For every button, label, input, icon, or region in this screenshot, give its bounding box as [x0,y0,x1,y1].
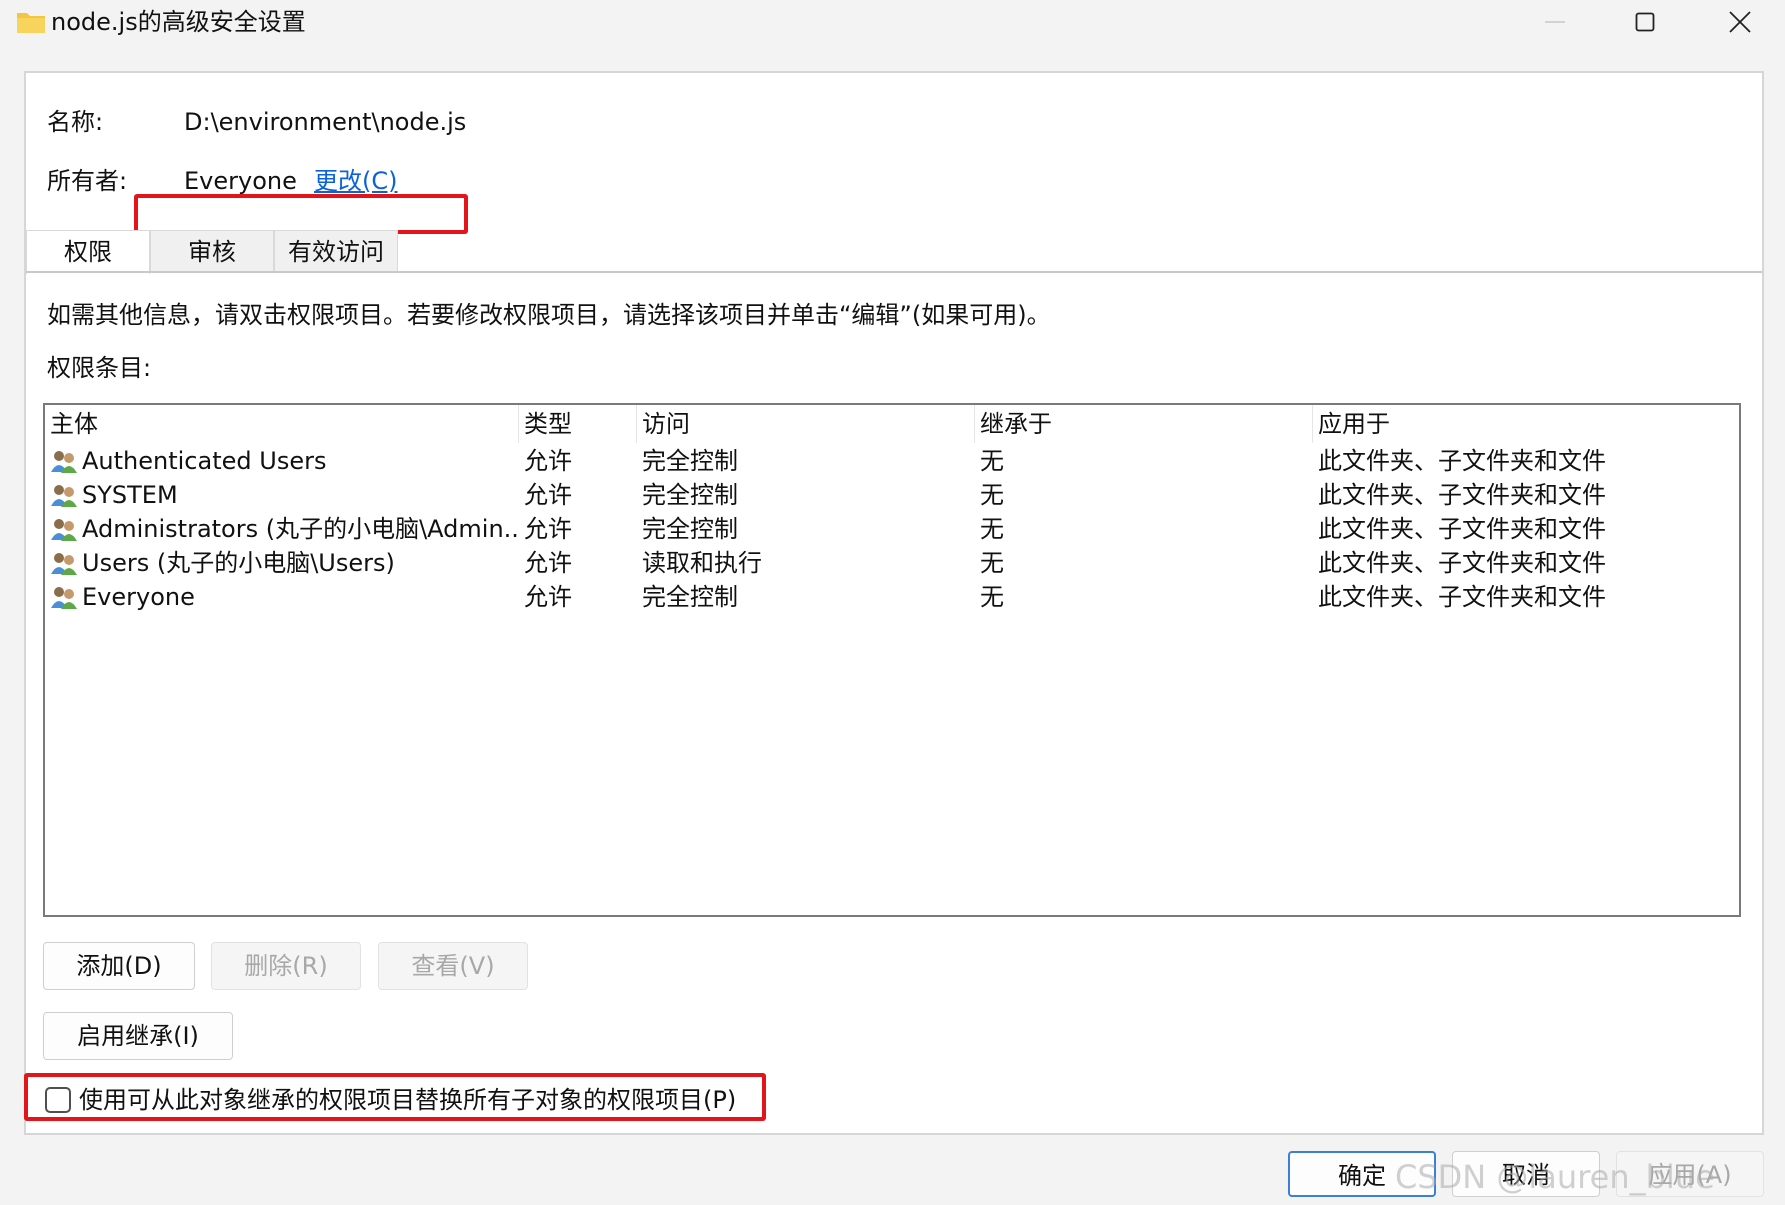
folder-icon [17,13,45,33]
principal-cell: Everyone [82,583,195,611]
change-owner-link[interactable]: 更改(C) [314,166,397,196]
tab-effective-access[interactable]: 有效访问 [274,230,398,272]
name-label: 名称: [47,108,104,136]
inherited-cell: 无 [980,549,1004,577]
column-header-applies-to[interactable]: 应用于 [1313,405,1733,443]
table-row[interactable]: Users (丸子的小电脑\Users) 允许 读取和执行 无 此文件夹、子文件… [45,546,1739,580]
access-cell: 完全控制 [642,583,738,611]
applies-cell: 此文件夹、子文件夹和文件 [1318,515,1606,543]
instructions-text: 如需其他信息，请双击权限项目。若要修改权限项目，请选择该项目并单击“编辑”(如果… [47,301,1051,329]
settings-panel: 名称: D:\environment\node.js 所有者: Everyone… [24,71,1764,1135]
permission-entries-label: 权限条目: [47,354,152,382]
remove-button[interactable]: 删除(R) [211,942,361,990]
access-cell: 读取和执行 [642,549,762,577]
close-button[interactable] [1695,0,1785,44]
highlight-box-checkbox [24,1073,766,1121]
users-icon [51,587,77,609]
column-header-type[interactable]: 类型 [519,405,637,443]
access-cell: 完全控制 [642,481,738,509]
column-header-inherited-from[interactable]: 继承于 [975,405,1313,443]
principal-cell: Users (丸子的小电脑\Users) [82,549,395,577]
view-button[interactable]: 查看(V) [378,942,528,990]
close-icon [1729,11,1751,33]
applies-cell: 此文件夹、子文件夹和文件 [1318,549,1606,577]
apply-button[interactable]: 应用(A) [1616,1151,1764,1197]
type-cell: 允许 [524,481,572,509]
column-header-principal[interactable]: 主体 [45,405,519,443]
minimize-icon [1545,21,1565,23]
column-header-access[interactable]: 访问 [637,405,975,443]
inherited-cell: 无 [980,481,1004,509]
applies-cell: 此文件夹、子文件夹和文件 [1318,447,1606,475]
tab-auditing[interactable]: 审核 [150,230,274,272]
maximize-icon [1635,12,1655,32]
owner-value: Everyone [184,167,297,195]
maximize-button[interactable] [1600,0,1690,44]
tabs-divider [26,271,1762,273]
users-icon [51,485,77,507]
inherited-cell: 无 [980,515,1004,543]
cancel-button[interactable]: 取消 [1452,1151,1600,1197]
enable-inheritance-button[interactable]: 启用继承(I) [43,1012,233,1060]
principal-cell: Administrators (丸子的小电脑\Admin... [82,515,518,543]
users-icon [51,553,77,575]
minimize-button[interactable] [1510,0,1600,44]
applies-cell: 此文件夹、子文件夹和文件 [1318,481,1606,509]
title-bar: node.js的高级安全设置 [0,0,1785,48]
inherited-cell: 无 [980,447,1004,475]
permission-entries-list[interactable]: 主体 类型 访问 继承于 应用于 Authenticated Users 允许 … [43,403,1741,917]
applies-cell: 此文件夹、子文件夹和文件 [1318,583,1606,611]
principal-cell: Authenticated Users [82,447,327,475]
advanced-security-settings-window: node.js的高级安全设置 名称: D:\environment\node.j… [0,0,1785,1205]
owner-label: 所有者: [47,167,128,195]
name-value: D:\environment\node.js [184,108,467,136]
ok-button[interactable]: 确定 [1288,1151,1436,1197]
access-cell: 完全控制 [642,515,738,543]
table-row[interactable]: Administrators (丸子的小电脑\Admin... 允许 完全控制 … [45,512,1739,546]
tab-permissions[interactable]: 权限 [26,230,150,274]
add-button[interactable]: 添加(D) [43,942,195,990]
table-row[interactable]: SYSTEM 允许 完全控制 无 此文件夹、子文件夹和文件 [45,478,1739,512]
principal-cell: SYSTEM [82,481,178,509]
type-cell: 允许 [524,583,572,611]
window-title: node.js的高级安全设置 [51,8,306,36]
access-cell: 完全控制 [642,447,738,475]
type-cell: 允许 [524,549,572,577]
type-cell: 允许 [524,447,572,475]
type-cell: 允许 [524,515,572,543]
table-row[interactable]: Everyone 允许 完全控制 无 此文件夹、子文件夹和文件 [45,580,1739,614]
users-icon [51,519,77,541]
highlight-box-owner [134,194,468,234]
inherited-cell: 无 [980,583,1004,611]
users-icon [51,451,77,473]
list-header: 主体 类型 访问 继承于 应用于 [45,405,1739,443]
table-row[interactable]: Authenticated Users 允许 完全控制 无 此文件夹、子文件夹和… [45,444,1739,478]
